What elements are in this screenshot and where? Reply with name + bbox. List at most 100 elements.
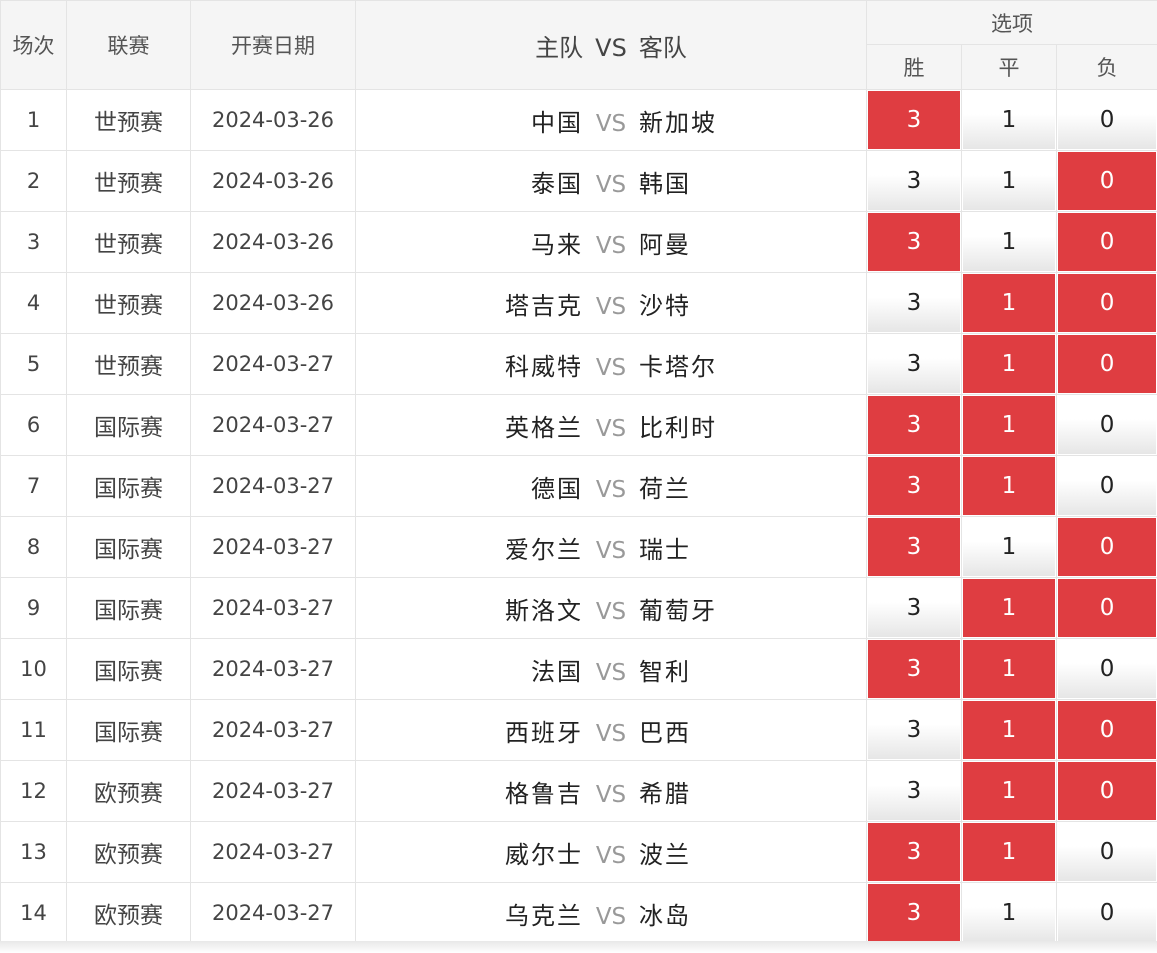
league-name: 国际赛 xyxy=(66,455,191,517)
option-win-button[interactable]: 3 xyxy=(868,152,960,210)
option-draw-button[interactable]: 1 xyxy=(963,274,1055,332)
home-team: 爱尔兰 xyxy=(505,535,583,564)
option-draw-button[interactable]: 1 xyxy=(963,701,1055,759)
match-teams: 塔吉克 VS 沙特 xyxy=(355,272,867,334)
option-cell-lose: 0 xyxy=(1055,455,1157,517)
away-team: 荷兰 xyxy=(639,474,691,503)
option-win-button[interactable]: 3 xyxy=(868,213,960,271)
option-cell-win: 3 xyxy=(866,89,962,151)
option-cell-win: 3 xyxy=(866,577,962,639)
option-draw-button[interactable]: 1 xyxy=(963,823,1055,881)
option-lose-button[interactable]: 0 xyxy=(1058,396,1157,454)
match-table: 场次 联赛 开赛日期 主队 VS 客队 选项 胜 平 负 1 世预赛 2024-03-2… xyxy=(0,0,1157,944)
option-draw-button[interactable]: 1 xyxy=(963,91,1055,149)
match-teams: 中国 VS 新加坡 xyxy=(355,89,867,151)
league-name: 国际赛 xyxy=(66,699,191,761)
option-win-button[interactable]: 3 xyxy=(868,884,960,942)
option-win-button[interactable]: 3 xyxy=(868,640,960,698)
away-team: 比利时 xyxy=(639,413,717,442)
table-row: 12 欧预赛 2024-03-27 格鲁吉 VS 希腊 3 1 0 xyxy=(0,760,1157,822)
home-team: 斯洛文 xyxy=(505,596,583,625)
table-row: 7 国际赛 2024-03-27 德国 VS 荷兰 3 1 0 xyxy=(0,455,1157,517)
league-name: 世预赛 xyxy=(66,150,191,212)
option-lose-button[interactable]: 0 xyxy=(1058,518,1157,576)
vs-label: VS xyxy=(595,903,627,930)
match-teams: 泰国 VS 韩国 xyxy=(355,150,867,212)
home-team: 法国 xyxy=(531,657,583,686)
away-team: 智利 xyxy=(639,657,691,686)
vs-label: VS xyxy=(595,171,627,198)
option-cell-win: 3 xyxy=(866,882,962,944)
option-cell-win: 3 xyxy=(866,272,962,334)
match-index: 12 xyxy=(0,760,67,822)
table-header: 场次 联赛 开赛日期 主队 VS 客队 选项 胜 平 负 xyxy=(0,0,1157,90)
option-lose-button[interactable]: 0 xyxy=(1058,457,1157,515)
option-draw-button[interactable]: 1 xyxy=(963,152,1055,210)
option-cell-draw: 1 xyxy=(961,638,1057,700)
option-cell-lose: 0 xyxy=(1055,638,1157,700)
option-draw-button[interactable]: 1 xyxy=(963,579,1055,637)
option-lose-button[interactable]: 0 xyxy=(1058,701,1157,759)
away-team: 阿曼 xyxy=(639,230,691,259)
league-name: 国际赛 xyxy=(66,394,191,456)
option-draw-button[interactable]: 1 xyxy=(963,335,1055,393)
option-lose-button[interactable]: 0 xyxy=(1058,884,1157,942)
home-team: 西班牙 xyxy=(505,718,583,747)
option-lose-button[interactable]: 0 xyxy=(1058,823,1157,881)
league-name: 国际赛 xyxy=(66,516,191,578)
option-win-button[interactable]: 3 xyxy=(868,762,960,820)
option-lose-button[interactable]: 0 xyxy=(1058,152,1157,210)
match-date: 2024-03-26 xyxy=(190,272,356,334)
option-draw-button[interactable]: 1 xyxy=(963,213,1055,271)
option-cell-lose: 0 xyxy=(1055,760,1157,822)
home-team: 德国 xyxy=(531,474,583,503)
option-lose-button[interactable]: 0 xyxy=(1058,274,1157,332)
option-win-button[interactable]: 3 xyxy=(868,396,960,454)
option-lose-button[interactable]: 0 xyxy=(1058,762,1157,820)
match-date: 2024-03-27 xyxy=(190,699,356,761)
match-index: 3 xyxy=(0,211,67,273)
option-lose-button[interactable]: 0 xyxy=(1058,579,1157,637)
option-cell-lose: 0 xyxy=(1055,333,1157,395)
option-draw-button[interactable]: 1 xyxy=(963,518,1055,576)
option-draw-button[interactable]: 1 xyxy=(963,884,1055,942)
header-options: 选项 xyxy=(865,0,1157,45)
option-cell-draw: 1 xyxy=(961,455,1057,517)
league-name: 欧预赛 xyxy=(66,760,191,822)
table-row: 13 欧预赛 2024-03-27 威尔士 VS 波兰 3 1 0 xyxy=(0,821,1157,883)
vs-label: VS xyxy=(595,354,627,381)
match-index: 5 xyxy=(0,333,67,395)
header-away: 客队 xyxy=(638,33,687,62)
vs-label: VS xyxy=(595,659,627,686)
option-lose-button[interactable]: 0 xyxy=(1058,91,1157,149)
option-win-button[interactable]: 3 xyxy=(868,91,960,149)
option-cell-win: 3 xyxy=(866,150,962,212)
option-cell-draw: 1 xyxy=(961,760,1057,822)
option-win-button[interactable]: 3 xyxy=(868,701,960,759)
option-lose-button[interactable]: 0 xyxy=(1058,213,1157,271)
option-cell-lose: 0 xyxy=(1055,699,1157,761)
match-teams: 格鲁吉 VS 希腊 xyxy=(355,760,867,822)
option-draw-button[interactable]: 1 xyxy=(963,762,1055,820)
match-index: 8 xyxy=(0,516,67,578)
option-win-button[interactable]: 3 xyxy=(868,335,960,393)
option-draw-button[interactable]: 1 xyxy=(963,396,1055,454)
option-draw-button[interactable]: 1 xyxy=(963,640,1055,698)
match-teams: 西班牙 VS 巴西 xyxy=(355,699,867,761)
away-team: 瑞士 xyxy=(639,535,691,564)
option-draw-button[interactable]: 1 xyxy=(963,457,1055,515)
option-lose-button[interactable]: 0 xyxy=(1058,335,1157,393)
option-win-button[interactable]: 3 xyxy=(868,457,960,515)
option-win-button[interactable]: 3 xyxy=(868,518,960,576)
option-lose-button[interactable]: 0 xyxy=(1058,640,1157,698)
option-win-button[interactable]: 3 xyxy=(868,579,960,637)
league-name: 欧预赛 xyxy=(66,882,191,944)
option-win-button[interactable]: 3 xyxy=(868,823,960,881)
table-row: 5 世预赛 2024-03-27 科威特 VS 卡塔尔 3 1 0 xyxy=(0,333,1157,395)
home-team: 英格兰 xyxy=(505,413,583,442)
home-team: 威尔士 xyxy=(505,840,583,869)
option-cell-draw: 1 xyxy=(961,150,1057,212)
header-idx: 场次 xyxy=(0,0,67,90)
option-win-button[interactable]: 3 xyxy=(868,274,960,332)
match-date: 2024-03-26 xyxy=(190,89,356,151)
